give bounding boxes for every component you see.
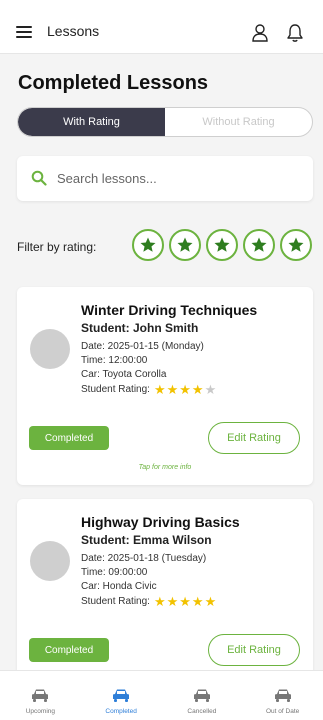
nav-label: Upcoming	[25, 708, 55, 715]
lesson-card[interactable]: Highway Driving Basics Student: Emma Wil…	[17, 499, 313, 679]
filter-4-star-button[interactable]	[243, 229, 275, 261]
edit-rating-button[interactable]: Edit Rating	[208, 634, 300, 666]
avatar	[30, 329, 70, 369]
empty-star-icon: ★	[204, 382, 217, 397]
filled-star-icon: ★	[166, 382, 179, 397]
bell-icon[interactable]	[286, 23, 304, 43]
app-bar-title: Lessons	[47, 23, 100, 39]
nav-upcoming[interactable]: Upcoming	[0, 671, 81, 720]
rating-label: Student Rating:	[81, 596, 150, 607]
filter-label: Filter by rating:	[17, 240, 97, 254]
nav-cancelled[interactable]: Cancelled	[162, 671, 243, 720]
filter-3-star-button[interactable]	[206, 229, 238, 261]
student-name: Student: Emma Wilson	[81, 533, 212, 547]
filled-star-icon: ★	[166, 594, 179, 609]
star-icon	[251, 237, 267, 252]
rating-segmented-control: With Rating Without Rating	[17, 107, 313, 137]
hamburger-menu-icon[interactable]	[16, 26, 32, 38]
lesson-time: Time: 12:00:00	[81, 355, 148, 366]
user-icon[interactable]	[252, 24, 268, 42]
student-rating: Student Rating: ★ ★ ★ ★ ★	[81, 595, 217, 608]
nav-label: Out of Date	[266, 708, 300, 715]
tab-without-rating[interactable]: Without Rating	[165, 108, 312, 136]
star-icon	[288, 237, 304, 252]
car-icon	[274, 689, 291, 702]
lesson-date: Date: 2025-01-18 (Tuesday)	[81, 553, 207, 564]
search-icon	[31, 170, 47, 186]
filled-star-icon: ★	[153, 382, 166, 397]
lesson-car: Car: Toyota Corolla	[81, 369, 167, 380]
nav-completed[interactable]: Completed	[81, 671, 162, 720]
filled-star-icon: ★	[153, 594, 166, 609]
filled-star-icon: ★	[191, 594, 204, 609]
lesson-title: Highway Driving Basics	[81, 514, 240, 530]
search-input[interactable]	[57, 166, 297, 190]
lesson-car: Car: Honda Civic	[81, 581, 157, 592]
filter-2-star-button[interactable]	[169, 229, 201, 261]
lesson-title: Winter Driving Techniques	[81, 302, 258, 318]
edit-rating-button[interactable]: Edit Rating	[208, 422, 300, 454]
star-icon	[177, 237, 193, 252]
lesson-card[interactable]: Winter Driving Techniques Student: John …	[17, 287, 313, 485]
student-name: Student: John Smith	[81, 321, 199, 335]
search-box	[17, 156, 313, 201]
rating-filter-group	[132, 229, 312, 261]
filled-star-icon: ★	[204, 594, 217, 609]
filled-star-icon: ★	[179, 594, 191, 609]
avatar	[30, 541, 70, 581]
bottom-navigation: Upcoming Completed Cancelled Out of Date	[0, 670, 323, 720]
app-root: Lessons Completed Lessons With Rating Wi…	[0, 0, 323, 720]
filled-star-icon: ★	[191, 382, 204, 397]
lesson-time: Time: 09:00:00	[81, 567, 148, 578]
car-icon	[113, 689, 130, 702]
car-icon	[32, 689, 49, 702]
student-rating: Student Rating: ★ ★ ★ ★ ★	[81, 383, 217, 396]
page-title: Completed Lessons	[18, 72, 209, 94]
filter-1-star-button[interactable]	[132, 229, 164, 261]
nav-out-of-date[interactable]: Out of Date	[242, 671, 323, 720]
status-badge: Completed	[29, 638, 109, 662]
rating-stars: ★ ★ ★ ★ ★	[154, 383, 217, 396]
top-app-bar: Lessons	[0, 0, 323, 54]
tab-with-rating[interactable]: With Rating	[18, 108, 165, 136]
rating-label: Student Rating:	[81, 384, 150, 395]
star-icon	[140, 237, 156, 252]
rating-stars: ★ ★ ★ ★ ★	[154, 595, 217, 608]
nav-label: Completed	[105, 708, 137, 715]
filter-5-star-button[interactable]	[280, 229, 312, 261]
tap-for-info-hint[interactable]: Tap for more info	[17, 464, 313, 471]
star-icon	[214, 237, 230, 252]
lesson-date: Date: 2025-01-15 (Monday)	[81, 341, 204, 352]
status-badge: Completed	[29, 426, 109, 450]
nav-label: Cancelled	[187, 708, 217, 715]
filled-star-icon: ★	[179, 382, 191, 397]
car-icon	[193, 689, 210, 702]
